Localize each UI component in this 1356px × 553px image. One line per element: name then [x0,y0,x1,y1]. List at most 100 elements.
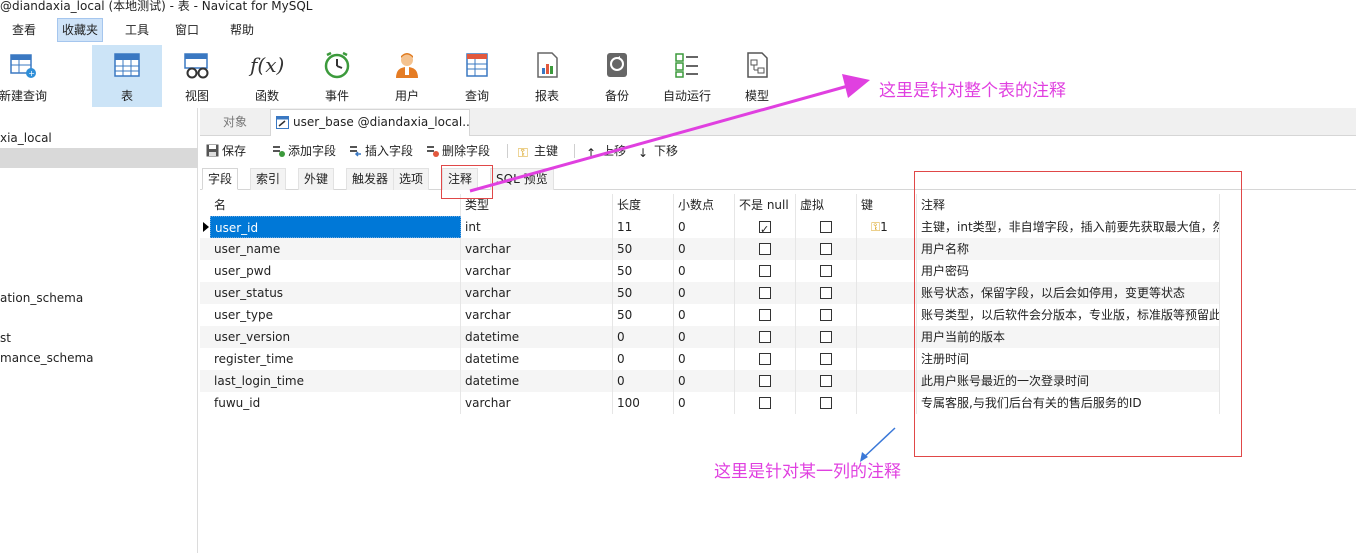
toolbar-query[interactable]: 查询 [442,45,512,107]
cell-decimals[interactable]: 0 [674,326,735,348]
cell-not-null[interactable] [735,304,796,326]
cell-type[interactable]: varchar [461,304,613,326]
not-null-checkbox[interactable] [759,265,771,277]
cell-virtual[interactable] [796,216,857,238]
virtual-checkbox[interactable] [820,353,832,365]
menu-favorites[interactable]: 收藏夹 [57,18,104,42]
cell-key[interactable] [857,282,917,304]
tree-item-performance-schema[interactable]: mance_schema [0,348,94,368]
cell-key[interactable] [857,392,917,414]
cell-virtual[interactable] [796,370,857,392]
menu-window[interactable]: 窗口 [171,18,203,42]
virtual-checkbox[interactable] [820,287,832,299]
subtab-triggers[interactable]: 触发器 [346,168,395,190]
cell-key[interactable] [857,348,917,370]
header-name[interactable]: 名 [210,194,461,216]
not-null-checkbox[interactable] [759,287,771,299]
toolbar-backup[interactable]: 备份 [582,45,652,107]
cell-key[interactable] [857,304,917,326]
cell-decimals[interactable]: 0 [674,260,735,282]
cell-name[interactable]: last_login_time [210,370,461,392]
cell-name[interactable]: register_time [210,348,461,370]
virtual-checkbox[interactable] [820,221,832,233]
tab-objects[interactable]: 对象 [200,108,270,136]
toolbar-view[interactable]: 视图 [162,45,232,107]
cell-type[interactable]: varchar [461,282,613,304]
cell-name[interactable]: user_type [210,304,461,326]
cell-virtual[interactable] [796,392,857,414]
cell-name[interactable]: user_pwd [210,260,461,282]
cell-decimals[interactable]: 0 [674,282,735,304]
cell-virtual[interactable] [796,260,857,282]
cell-decimals[interactable]: 0 [674,216,735,238]
cell-length[interactable]: 50 [613,260,674,282]
header-virtual[interactable]: 虚拟 [796,194,857,216]
cell-name[interactable]: user_version [210,326,461,348]
toolbar-user[interactable]: 用户 [372,45,442,107]
move-down-button[interactable]: ↓ 下移 [638,142,678,160]
delete-field-button[interactable]: 删除字段 [426,142,490,160]
subtab-options[interactable]: 选项 [393,168,430,190]
header-key[interactable]: 键 [857,194,917,216]
toolbar-auto-run[interactable]: 自动运行 [652,45,722,107]
cell-name[interactable]: fuwu_id [210,392,461,414]
cell-type[interactable]: datetime [461,370,613,392]
toolbar-table[interactable]: 表 [92,45,162,107]
cell-length[interactable]: 11 [613,216,674,238]
toolbar-function[interactable]: f(x) 函数 [232,45,302,107]
cell-decimals[interactable]: 0 [674,392,735,414]
subtab-sql-preview[interactable]: SQL 预览 [490,168,554,190]
cell-virtual[interactable] [796,348,857,370]
cell-length[interactable]: 50 [613,238,674,260]
menu-tools[interactable]: 工具 [121,18,153,42]
tab-user-base[interactable]: user_base @diandaxia_local... [270,109,470,136]
not-null-checkbox[interactable] [759,375,771,387]
subtab-fields[interactable]: 字段 [202,168,239,190]
cell-type[interactable]: int [461,216,613,238]
cell-virtual[interactable] [796,326,857,348]
not-null-checkbox[interactable] [759,309,771,321]
toolbar-new-query[interactable]: + 新建查询 [0,45,58,107]
cell-name[interactable]: user_name [210,238,461,260]
cell-type[interactable]: varchar [461,392,613,414]
cell-decimals[interactable]: 0 [674,304,735,326]
not-null-checkbox[interactable] [759,397,771,409]
cell-not-null[interactable] [735,260,796,282]
cell-virtual[interactable] [796,238,857,260]
cell-type[interactable]: varchar [461,260,613,282]
virtual-checkbox[interactable] [820,265,832,277]
virtual-checkbox[interactable] [820,331,832,343]
tree-selected-row[interactable] [0,148,198,168]
toolbar-report[interactable]: 报表 [512,45,582,107]
cell-length[interactable]: 0 [613,348,674,370]
cell-virtual[interactable] [796,282,857,304]
toolbar-event[interactable]: 事件 [302,45,372,107]
cell-not-null[interactable] [735,370,796,392]
header-decimals[interactable]: 小数点 [674,194,735,216]
virtual-checkbox[interactable] [820,375,832,387]
not-null-checkbox[interactable] [759,331,771,343]
cell-decimals[interactable]: 0 [674,370,735,392]
cell-not-null[interactable] [735,282,796,304]
cell-name[interactable]: user_id [210,216,461,238]
not-null-checkbox[interactable] [759,219,771,238]
cell-length[interactable]: 0 [613,370,674,392]
cell-length[interactable]: 100 [613,392,674,414]
cell-virtual[interactable] [796,304,857,326]
move-up-button[interactable]: ↑ 上移 [586,142,626,160]
subtab-indexes[interactable]: 索引 [250,168,287,190]
cell-decimals[interactable]: 0 [674,348,735,370]
primary-key-button[interactable]: ⚿ 主键 [518,142,558,160]
cell-type[interactable]: datetime [461,348,613,370]
cell-length[interactable]: 50 [613,304,674,326]
cell-key[interactable] [857,326,917,348]
cell-not-null[interactable] [735,326,796,348]
cell-key[interactable] [857,260,917,282]
insert-field-button[interactable]: 插入字段 [349,142,413,160]
save-button[interactable]: 保存 [206,142,246,160]
cell-key[interactable]: ⚿1 [857,216,917,238]
virtual-checkbox[interactable] [820,309,832,321]
cell-name[interactable]: user_status [210,282,461,304]
cell-not-null[interactable] [735,348,796,370]
virtual-checkbox[interactable] [820,397,832,409]
